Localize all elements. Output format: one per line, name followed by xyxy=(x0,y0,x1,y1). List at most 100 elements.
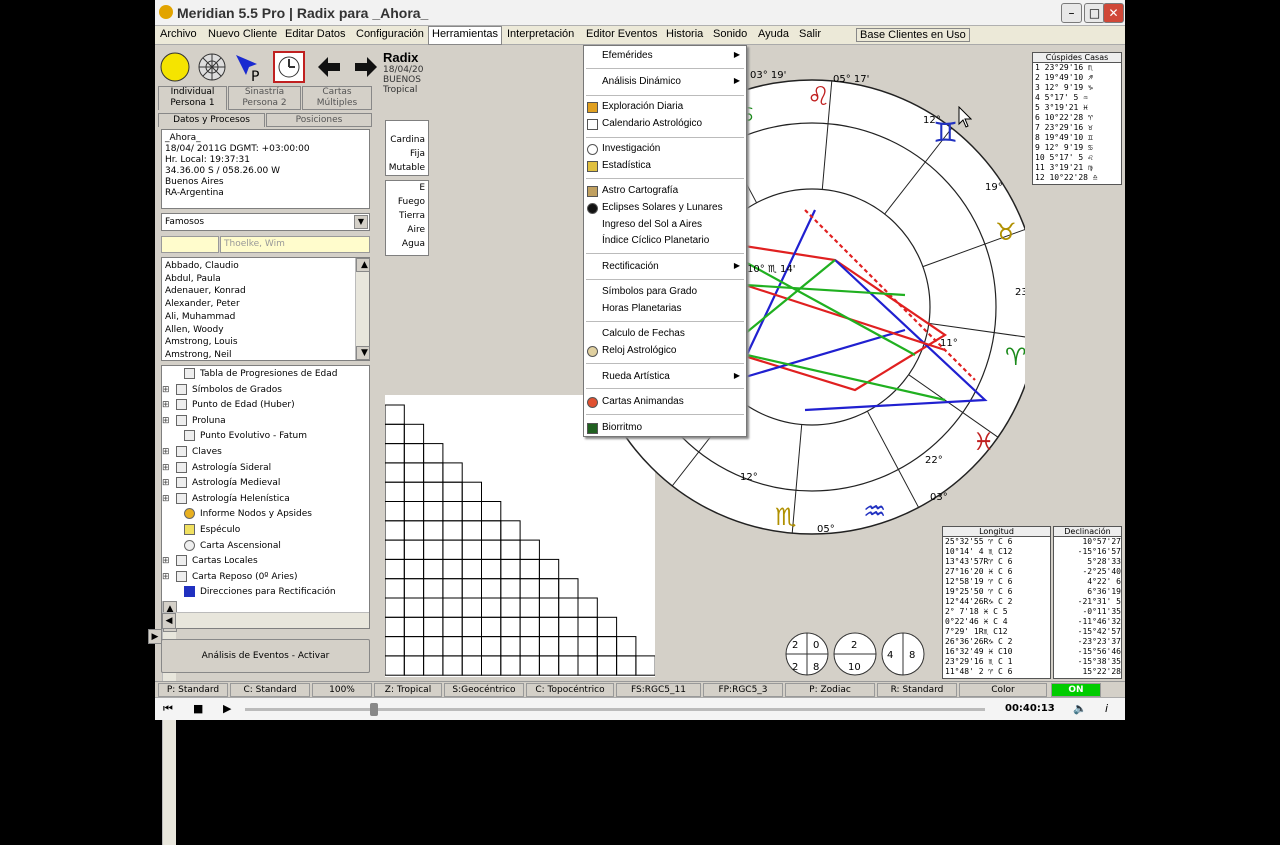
tree-item[interactable]: ⊞ Cartas Locales xyxy=(162,554,369,570)
tree-item[interactable]: ⊞ Carta Reposo (0º Aries) xyxy=(162,570,369,586)
tree-item[interactable]: ⊞ Símbolos de Grados xyxy=(162,383,369,399)
tree-item[interactable]: ⊞ Proluna xyxy=(162,414,369,430)
scroll-right-icon[interactable]: ▶ xyxy=(148,628,162,645)
summary-circles: 2 0 2 8 2 10 4 8 xyxy=(785,632,925,676)
menu-base-clientes[interactable]: Base Clientes en Uso xyxy=(856,28,970,42)
events-analysis-button[interactable]: Análisis de Eventos - Activar xyxy=(161,639,370,673)
longitude-row: 12°58'19 ♈ C 6 xyxy=(945,577,1013,586)
tab-posiciones[interactable]: Posiciones xyxy=(266,113,372,127)
aspect-cell xyxy=(538,636,560,657)
aspect-cell xyxy=(384,539,405,560)
menu-ayuda[interactable]: Ayuda xyxy=(758,28,789,40)
sign-aries: ♈ xyxy=(1005,343,1025,371)
pointer-p-icon[interactable]: P xyxy=(232,51,264,85)
search-hint[interactable]: Thoelke, Wim xyxy=(220,236,370,253)
aspect-cell xyxy=(558,655,579,676)
menu-editar-datos[interactable]: Editar Datos xyxy=(285,28,346,40)
aspect-cell xyxy=(384,558,405,580)
minimize-button[interactable]: – xyxy=(1061,3,1082,23)
aspect-cell xyxy=(519,539,540,560)
menu-herramientas[interactable]: Herramientas xyxy=(428,26,503,45)
stop-icon[interactable]: ■ xyxy=(193,702,203,715)
sun-tool-icon[interactable] xyxy=(159,51,191,83)
list-item[interactable]: Amstrong, Neil xyxy=(162,349,369,362)
list-item[interactable]: Adenauer, Konrad xyxy=(162,285,369,298)
tree-scrollbar[interactable]: ▲ ▼ xyxy=(162,600,177,845)
tab-cartas-multiples[interactable]: Cartas Múltiples xyxy=(302,86,372,110)
forward-arrow-icon[interactable] xyxy=(349,51,381,83)
tab-sinastria[interactable]: Sinastría Persona 2 xyxy=(228,86,301,110)
tree-item[interactable]: ⊞ Punto de Edad (Huber) xyxy=(162,398,369,414)
tree-item[interactable]: ⊞ Claves xyxy=(162,445,369,461)
wheel-tool-icon[interactable] xyxy=(196,51,228,83)
menu-salir[interactable]: Salir xyxy=(799,28,821,40)
list-item[interactable]: Abbado, Claudio xyxy=(162,260,369,273)
tree-item[interactable]: ⊞ Astrología Medieval xyxy=(162,476,369,492)
menu-nuevo-cliente[interactable]: Nuevo Cliente xyxy=(208,28,277,40)
seek-handle[interactable] xyxy=(370,703,378,716)
play-icon[interactable]: ▶ xyxy=(223,702,231,715)
menu-configuracion[interactable]: Configuración xyxy=(356,28,424,40)
menu-editor-eventos[interactable]: Editor Eventos xyxy=(586,28,658,40)
back-arrow-icon[interactable] xyxy=(314,51,346,83)
close-button[interactable]: ✕ xyxy=(1103,3,1124,23)
degree-label: 10° ♏ 14' xyxy=(747,264,796,275)
search-input[interactable] xyxy=(161,236,219,253)
aspect-cell xyxy=(423,616,444,638)
scroll-up-icon[interactable]: ▲ xyxy=(356,258,370,272)
tree-item[interactable]: Informe Nodos y Apsides xyxy=(162,507,369,523)
cusps-row: 9 12° 9'19 ♋ xyxy=(1035,143,1093,152)
chevron-down-icon[interactable]: ▼ xyxy=(354,215,368,229)
category-select[interactable]: Famosos ▼ xyxy=(161,213,370,231)
aspect-cell xyxy=(500,520,521,541)
elements-table: E Fuego Tierra Aire Agua xyxy=(385,180,429,256)
cusps-row: 3 12° 9'19 ♑ xyxy=(1035,83,1093,92)
list-scrollbar[interactable]: ▲ ▼ xyxy=(355,258,370,360)
aspect-cell xyxy=(442,481,463,502)
aspect-cell xyxy=(403,462,425,483)
status-color[interactable]: Color xyxy=(959,683,1047,697)
scroll-down-icon[interactable]: ▼ xyxy=(356,346,370,360)
menu-archivo[interactable]: Archivo xyxy=(160,28,197,40)
tree-item[interactable]: Carta Ascensional xyxy=(162,539,369,555)
list-item[interactable]: Alexander, Peter xyxy=(162,298,369,311)
declination-row: 15°22'28 xyxy=(1082,667,1121,676)
info-icon[interactable]: i xyxy=(1105,702,1108,715)
status-field: P: Standard xyxy=(158,683,228,697)
tree-item[interactable]: ⊞ Astrología Sideral xyxy=(162,461,369,477)
aspect-cell xyxy=(500,655,521,676)
volume-icon[interactable]: 🔈 xyxy=(1073,702,1087,715)
cusps-row: 10 5°17' 5 ♌ xyxy=(1035,153,1093,162)
tree-item[interactable]: Direcciones para Rectificación xyxy=(162,585,369,601)
aspect-cell xyxy=(616,655,637,676)
list-item[interactable]: Ali, Muhammad xyxy=(162,311,369,324)
tree-item[interactable]: Espéculo xyxy=(162,523,369,539)
list-item[interactable]: Amstrong, Louis xyxy=(162,336,369,349)
tab-individual[interactable]: Individual Persona 1 xyxy=(158,86,227,110)
aspect-cell xyxy=(384,481,405,502)
aspect-cell xyxy=(384,443,405,464)
tree-item[interactable]: Punto Evolutivo - Fatum xyxy=(162,429,369,445)
aspect-cell xyxy=(403,597,425,618)
aspect-cell xyxy=(538,558,560,580)
menu-historia[interactable]: Historia xyxy=(666,28,703,40)
seek-bar[interactable] xyxy=(245,708,985,711)
status-on-toggle[interactable]: ON xyxy=(1051,683,1101,697)
tree-item[interactable]: Tabla de Progresiones de Edad xyxy=(162,367,369,383)
client-local-time: Hr. Local: 19:37:31 xyxy=(165,155,251,165)
tree-hscrollbar[interactable]: ◀ ▶ xyxy=(148,612,369,645)
maximize-button[interactable]: □ xyxy=(1084,3,1105,23)
clock-chart-icon[interactable] xyxy=(273,51,305,83)
menu-interpretacion[interactable]: Interpretación xyxy=(507,28,574,40)
status-bar: P: Standard C: Standard 100% Z: Tropical… xyxy=(155,681,1125,697)
cusps-row: 7 23°29'16 ♉ xyxy=(1035,123,1093,132)
scroll-left-icon[interactable]: ◀ xyxy=(162,613,176,629)
skip-back-icon[interactable]: ⏮ xyxy=(163,702,173,716)
tree-item[interactable]: ⊞ Astrología Helenística xyxy=(162,492,369,508)
summary-value: 2 xyxy=(792,662,798,673)
list-item[interactable]: Allen, Woody xyxy=(162,324,369,337)
aspect-cell xyxy=(442,501,463,522)
menu-sonido[interactable]: Sonido xyxy=(713,28,747,40)
list-item[interactable]: Abdul, Paula xyxy=(162,273,369,286)
tab-datos-procesos[interactable]: Datos y Procesos xyxy=(158,113,265,127)
